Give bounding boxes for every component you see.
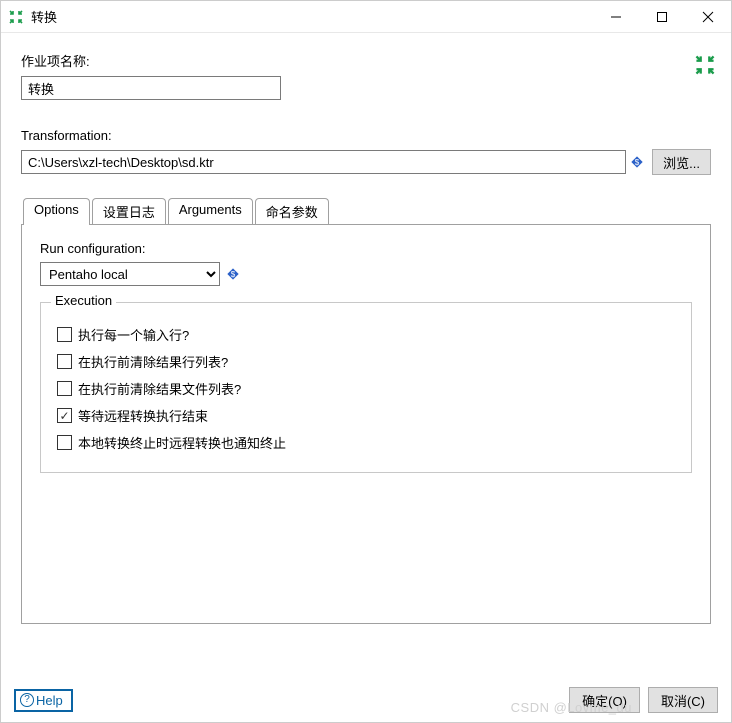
tab-panel-options: Run configuration: Pentaho local $ Execu… (21, 224, 711, 624)
titlebar: 转换 (1, 1, 731, 33)
minimize-button[interactable] (593, 1, 639, 33)
collapse-icon[interactable] (695, 55, 715, 78)
checkbox-wait-remote[interactable] (57, 408, 72, 423)
checkbox-notify-remote-abort[interactable] (57, 435, 72, 450)
maximize-button[interactable] (639, 1, 685, 33)
checkbox-label: 在执行前清除结果文件列表? (78, 379, 241, 398)
tab-named-params[interactable]: 命名参数 (255, 198, 329, 225)
browse-button[interactable]: 浏览... (652, 149, 711, 175)
cancel-button[interactable]: 取消(C) (648, 687, 718, 713)
help-button[interactable]: ? Help (14, 689, 73, 712)
variable-icon[interactable]: $ (226, 267, 240, 281)
help-icon: ? (20, 693, 34, 707)
dialog-content: 作业项名称: Transformation: $ 浏览... Options (1, 33, 731, 624)
checkbox-row[interactable]: 等待远程转换执行结束 (57, 406, 675, 425)
svg-text:$: $ (635, 158, 640, 167)
window-title: 转换 (31, 7, 57, 26)
job-name-input[interactable] (21, 76, 281, 100)
checkbox-row[interactable]: 执行每一个输入行? (57, 325, 675, 344)
app-icon (9, 10, 23, 24)
transformation-label: Transformation: (21, 128, 711, 143)
execution-legend: Execution (51, 293, 116, 308)
tab-logging[interactable]: 设置日志 (92, 198, 166, 225)
transformation-input[interactable] (21, 150, 626, 174)
checkbox-label: 在执行前清除结果行列表? (78, 352, 228, 371)
run-config-label: Run configuration: (40, 241, 692, 256)
close-button[interactable] (685, 1, 731, 33)
tab-arguments[interactable]: Arguments (168, 198, 253, 225)
checkbox-clear-result-files[interactable] (57, 381, 72, 396)
execution-group: Execution 执行每一个输入行? 在执行前清除结果行列表? 在执行前清除结… (40, 302, 692, 473)
checkbox-row[interactable]: 在执行前清除结果文件列表? (57, 379, 675, 398)
checkbox-label: 本地转换终止时远程转换也通知终止 (78, 433, 286, 452)
checkbox-label: 执行每一个输入行? (78, 325, 189, 344)
svg-text:$: $ (231, 270, 236, 279)
ok-button[interactable]: 确定(O) (569, 687, 640, 713)
job-name-label: 作业项名称: (21, 51, 695, 70)
variable-icon[interactable]: $ (630, 155, 644, 169)
checkbox-label: 等待远程转换执行结束 (78, 406, 208, 425)
checkbox-row[interactable]: 在执行前清除结果行列表? (57, 352, 675, 371)
tabs-bar: Options 设置日志 Arguments 命名参数 (21, 197, 711, 224)
checkbox-clear-result-rows[interactable] (57, 354, 72, 369)
checkbox-row[interactable]: 本地转换终止时远程转换也通知终止 (57, 433, 675, 452)
help-label: Help (36, 693, 63, 708)
tab-options[interactable]: Options (23, 198, 90, 225)
checkbox-execute-every-row[interactable] (57, 327, 72, 342)
dialog-button-bar: ? Help 确定(O) 取消(C) (14, 687, 718, 713)
run-config-select[interactable]: Pentaho local (40, 262, 220, 286)
